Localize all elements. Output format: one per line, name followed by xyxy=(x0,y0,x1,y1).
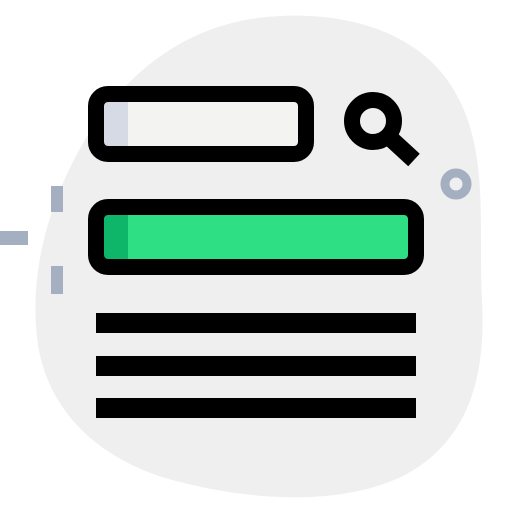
search-results-icon xyxy=(0,15,483,498)
result-line xyxy=(96,313,416,333)
result-lines xyxy=(96,313,416,418)
dash-top xyxy=(51,186,63,212)
search-field-shade xyxy=(104,102,128,146)
dash-bottom xyxy=(51,266,63,294)
dash-left xyxy=(0,231,28,245)
highlighted-result-fill xyxy=(96,207,416,267)
search-results-illustration xyxy=(0,0,512,512)
result-line xyxy=(96,398,416,418)
highlighted-result xyxy=(88,199,424,275)
result-line xyxy=(96,356,416,376)
highlighted-result-shade xyxy=(104,215,128,259)
search-field xyxy=(88,86,314,162)
